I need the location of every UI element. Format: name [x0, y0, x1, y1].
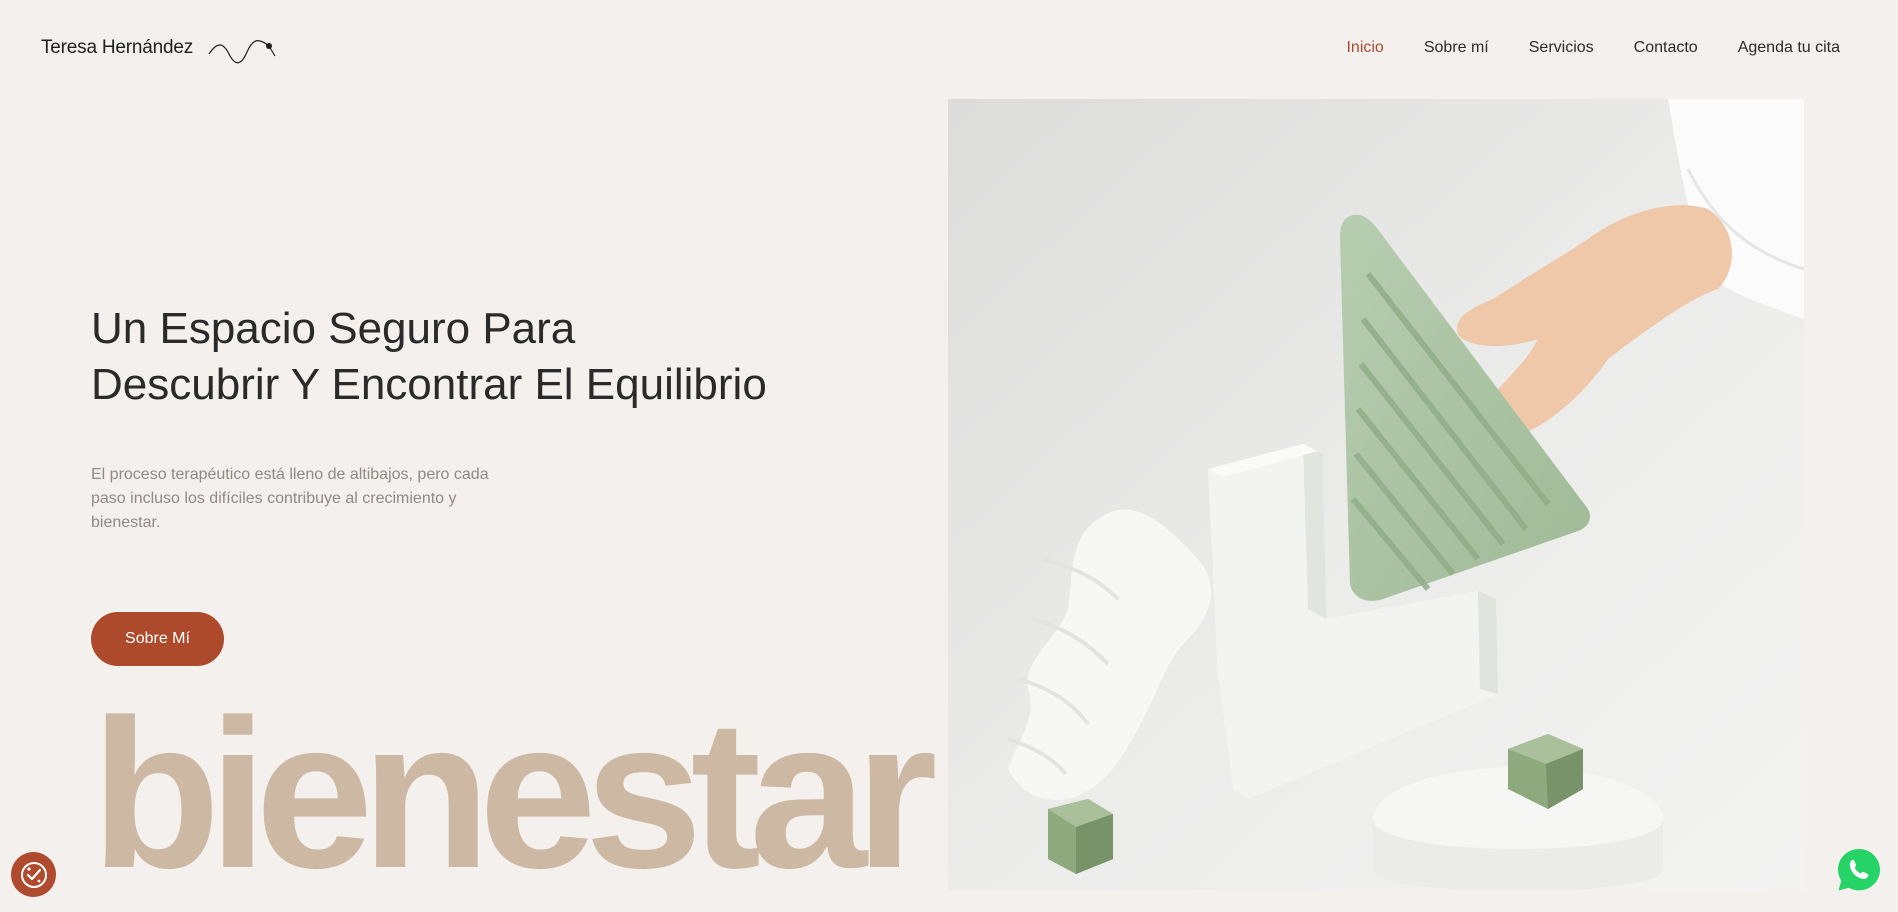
logo-text: Teresa Hernández [41, 37, 194, 58]
nav-item-inicio[interactable]: Inicio [1346, 39, 1383, 57]
nav-item-agenda[interactable]: Agenda tu cita [1738, 39, 1840, 57]
whatsapp-icon [1838, 849, 1880, 891]
main-nav: Inicio Sobre mí Servicios Contacto Agend… [1346, 39, 1840, 57]
cookie-settings-button[interactable] [11, 852, 56, 897]
hero-title: Un Espacio Seguro Para Descubrir Y Encon… [91, 301, 891, 413]
hero-image-illustration [948, 99, 1804, 890]
hero-title-line-1: Un Espacio Seguro Para [91, 304, 576, 353]
nav-item-contacto[interactable]: Contacto [1634, 39, 1698, 57]
site-header: Teresa Hernández Inicio Sobre mí Servici… [0, 0, 1898, 98]
hero-image [948, 99, 1804, 890]
nav-item-servicios[interactable]: Servicios [1529, 39, 1594, 57]
nav-item-sobre-mi[interactable]: Sobre mí [1424, 39, 1489, 57]
hero-description: El proceso terapéutico está lleno de alt… [91, 466, 489, 531]
cookie-settings-icon [20, 861, 47, 888]
sobre-mi-button[interactable]: Sobre Mí [91, 612, 224, 666]
decorative-big-word: bienestar [91, 675, 938, 912]
site-logo[interactable]: Teresa Hernández [41, 30, 277, 66]
whatsapp-button[interactable] [1835, 846, 1883, 894]
hero-title-line-2: Descubrir Y Encontrar El Equilibrio [91, 360, 767, 409]
wave-line-icon [208, 40, 276, 64]
